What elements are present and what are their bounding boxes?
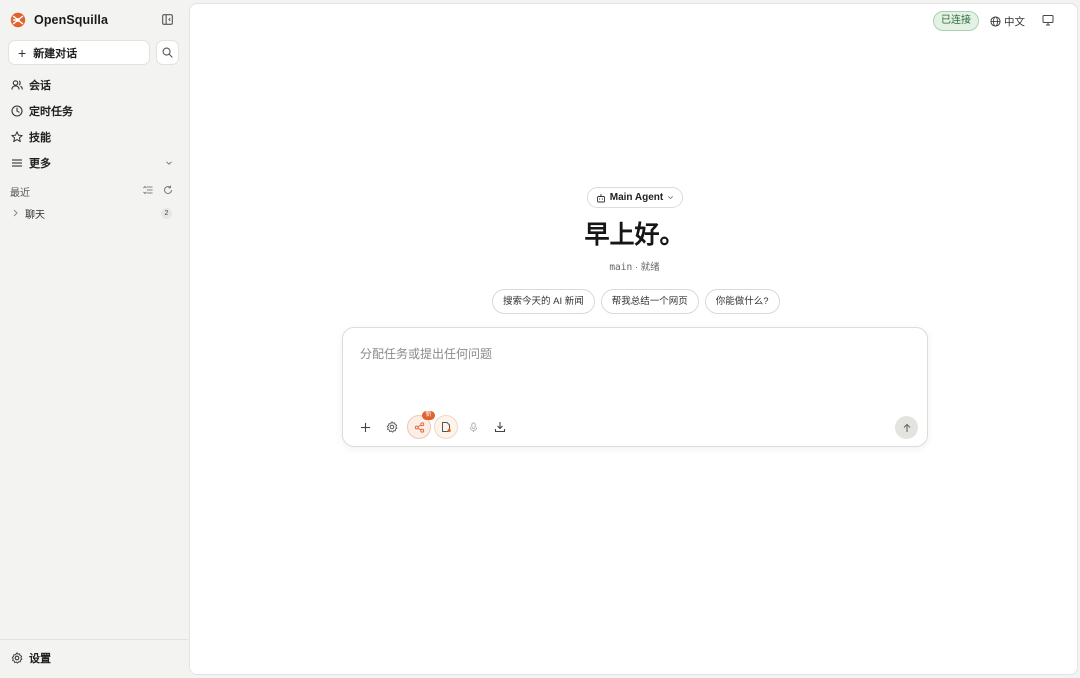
sidebar-item-more[interactable]: 更多 <box>0 150 188 176</box>
sidebar-item-scheduled-tasks[interactable]: 定时任务 <box>0 98 188 124</box>
agent-selector[interactable]: Main Agent <box>587 187 683 208</box>
opensquilla-logo-icon <box>10 12 26 28</box>
plus-icon: + <box>18 44 27 61</box>
sort-button[interactable] <box>143 185 153 195</box>
settings-button[interactable]: 设置 <box>11 650 51 666</box>
display-button[interactable] <box>1042 14 1054 26</box>
send-button[interactable] <box>895 416 918 439</box>
chat-group[interactable]: 聊天 2 <box>12 206 176 221</box>
composer: 新 <box>342 327 928 447</box>
sort-icon <box>143 185 153 195</box>
share-icon <box>414 421 424 433</box>
globe-icon <box>990 15 1001 27</box>
arrow-up-icon <box>903 423 910 432</box>
connection-status-badge: 已连接 <box>933 11 979 31</box>
recent-section-header: 最近 <box>10 184 176 199</box>
plus-icon <box>360 422 370 432</box>
agent-state: 就绪 <box>640 262 660 273</box>
refresh-button[interactable] <box>163 185 173 195</box>
sidebar-item-label: 会话 <box>29 80 51 92</box>
attach-button[interactable] <box>353 415 377 439</box>
collapse-sidebar-button[interactable] <box>160 12 174 26</box>
chat-group-label: 聊天 <box>25 209 45 221</box>
main-panel: 已连接 中文 Main Agent 早上好。 main · 就绪 搜索今天的 A… <box>189 3 1078 675</box>
brand[interactable]: OpenSquilla <box>9 10 108 30</box>
agent-id: main <box>609 262 633 273</box>
sidebar-item-skills[interactable]: 技能 <box>0 124 188 150</box>
monitor-icon <box>1042 15 1054 26</box>
new-chat-button[interactable]: + 新建对话 <box>8 40 150 65</box>
language-label: 中文 <box>1004 15 1025 28</box>
sidebar-divider <box>0 639 188 640</box>
chevron-right-icon <box>13 209 18 217</box>
users-icon <box>11 80 23 90</box>
suggestion-chip[interactable]: 你能做什么? <box>704 289 780 314</box>
star-icon <box>11 131 23 143</box>
recent-actions <box>143 185 173 195</box>
sidebar-item-label: 技能 <box>29 132 51 144</box>
composer-toolbar: 新 <box>353 411 515 439</box>
greeting-title: 早上好。 <box>584 220 685 249</box>
clock-icon <box>11 105 23 117</box>
sidebar-item-label: 定时任务 <box>29 106 73 118</box>
message-input[interactable] <box>360 344 900 364</box>
sidebar-item-label: 更多 <box>29 158 51 170</box>
recent-title: 最近 <box>10 187 30 199</box>
voice-input-button[interactable] <box>461 415 485 439</box>
robot-icon <box>596 193 605 202</box>
document-icon <box>442 422 451 433</box>
agent-label: Main Agent <box>609 192 664 203</box>
sidebar-item-sessions[interactable]: 会话 <box>0 72 188 98</box>
chevron-down-icon <box>166 161 172 165</box>
sidebar-toggle-icon <box>161 13 173 25</box>
menu-icon <box>12 159 22 167</box>
search-icon <box>162 47 173 58</box>
download-button[interactable] <box>488 415 512 439</box>
chat-count-badge: 2 <box>161 208 172 219</box>
sidebar-nav: 会话 定时任务 技能 更多 <box>0 72 188 176</box>
download-icon <box>494 422 506 433</box>
status-separator: · <box>634 262 639 273</box>
composer-settings-button[interactable] <box>380 415 404 439</box>
suggestion-chips: 搜索今天的 AI 新闻 帮我总结一个网页 你能做什么? <box>492 289 780 314</box>
suggestion-chip[interactable]: 搜索今天的 AI 新闻 <box>492 289 595 314</box>
settings-label: 设置 <box>29 653 51 665</box>
new-badge: 新 <box>422 411 435 420</box>
app-name: OpenSquilla <box>34 13 109 27</box>
suggestion-chip[interactable]: 帮我总结一个网页 <box>600 289 699 314</box>
share-workflow-button[interactable]: 新 <box>407 411 435 439</box>
refresh-icon <box>164 185 173 195</box>
new-chat-label: 新建对话 <box>33 47 78 60</box>
sidebar: OpenSquilla + 新建对话 会话 定时任务 技能 更多 最近 聊天 2… <box>0 0 188 678</box>
microphone-icon <box>469 421 477 432</box>
search-button[interactable] <box>156 40 179 65</box>
language-switcher[interactable]: 中文 <box>990 13 1025 29</box>
gear-icon <box>386 421 398 433</box>
document-button[interactable] <box>434 415 458 439</box>
gear-icon <box>11 652 23 664</box>
chevron-down-icon <box>668 196 674 200</box>
agent-status-line: main · 就绪 <box>190 259 1079 273</box>
